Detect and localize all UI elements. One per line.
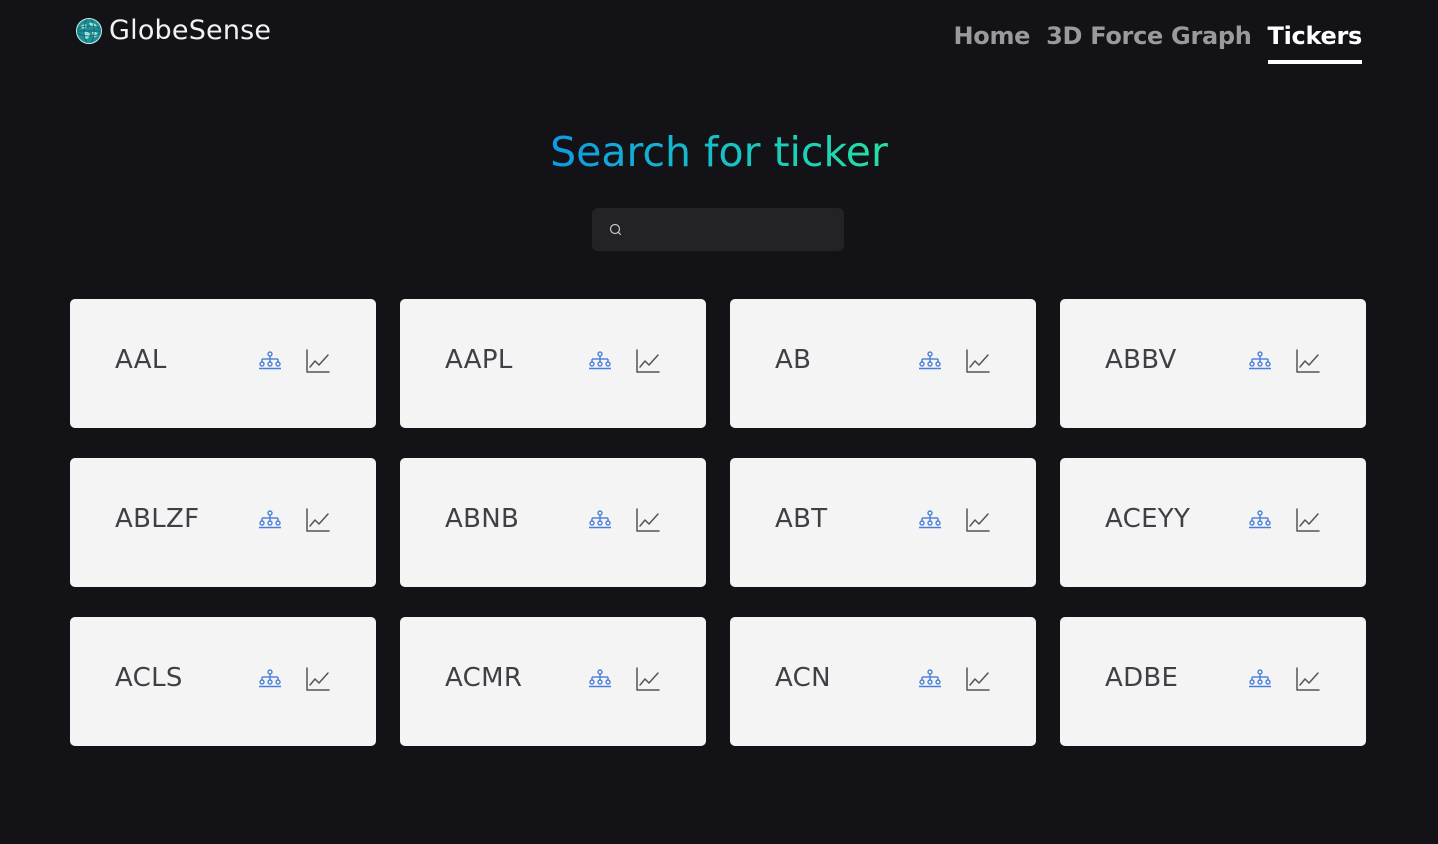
ticker-card-actions: [256, 665, 332, 693]
page-title-text: Search for ticker: [550, 128, 888, 176]
ticker-card-actions: [916, 506, 992, 534]
network-tree-icon[interactable]: [916, 665, 944, 693]
ticker-card[interactable]: AAL: [70, 299, 376, 428]
page-title: Search for ticker: [0, 124, 1438, 180]
header: GlobeSense Home 3D Force Graph Tickers: [0, 0, 1438, 80]
network-tree-icon[interactable]: [256, 347, 284, 375]
ticker-symbol: ACLS: [115, 663, 183, 693]
line-chart-icon[interactable]: [304, 665, 332, 693]
ticker-card-actions: [1246, 347, 1322, 375]
ticker-card[interactable]: ABT: [730, 458, 1036, 587]
network-tree-icon[interactable]: [916, 347, 944, 375]
ticker-card-actions: [586, 347, 662, 375]
ticker-symbol: ACMR: [445, 663, 523, 693]
ticker-card-actions: [916, 665, 992, 693]
ticker-symbol: ACN: [775, 663, 831, 693]
line-chart-icon[interactable]: [964, 506, 992, 534]
ticker-card[interactable]: ACLS: [70, 617, 376, 746]
ticker-card[interactable]: AAPL: [400, 299, 706, 428]
network-tree-icon[interactable]: [256, 665, 284, 693]
ticker-symbol: ADBE: [1105, 663, 1179, 693]
line-chart-icon[interactable]: [1294, 665, 1322, 693]
line-chart-icon[interactable]: [1294, 347, 1322, 375]
ticker-card-actions: [586, 506, 662, 534]
brand[interactable]: GlobeSense: [75, 15, 271, 47]
globe-icon: [76, 18, 102, 44]
line-chart-icon[interactable]: [304, 347, 332, 375]
network-tree-icon[interactable]: [586, 665, 614, 693]
ticker-card[interactable]: ACMR: [400, 617, 706, 746]
ticker-symbol: AAPL: [445, 345, 513, 375]
network-tree-icon[interactable]: [916, 506, 944, 534]
ticker-symbol: ABLZF: [115, 504, 200, 534]
ticker-card-actions: [256, 347, 332, 375]
ticker-card-actions: [1246, 665, 1322, 693]
ticker-card[interactable]: ADBE: [1060, 617, 1366, 746]
line-chart-icon[interactable]: [634, 665, 662, 693]
search-box[interactable]: [592, 208, 844, 251]
ticker-card[interactable]: ABBV: [1060, 299, 1366, 428]
ticker-symbol: AB: [775, 345, 812, 375]
line-chart-icon[interactable]: [634, 347, 662, 375]
ticker-card[interactable]: ABNB: [400, 458, 706, 587]
nav-item-3d-force-graph[interactable]: 3D Force Graph: [1046, 20, 1252, 60]
network-tree-icon[interactable]: [586, 506, 614, 534]
network-tree-icon[interactable]: [1246, 665, 1274, 693]
ticker-card[interactable]: ACN: [730, 617, 1036, 746]
ticker-card-actions: [586, 665, 662, 693]
ticker-card-actions: [256, 506, 332, 534]
line-chart-icon[interactable]: [964, 665, 992, 693]
ticker-grid: AAL AAPL AB ABBV ABLZF ABNB ABT ACEYY AC…: [70, 299, 1366, 746]
search-icon: [609, 223, 622, 235]
network-tree-icon[interactable]: [586, 347, 614, 375]
network-tree-icon[interactable]: [256, 506, 284, 534]
network-tree-icon[interactable]: [1246, 347, 1274, 375]
ticker-card[interactable]: AB: [730, 299, 1036, 428]
ticker-card[interactable]: ACEYY: [1060, 458, 1366, 587]
nav-item-tickers[interactable]: Tickers: [1267, 20, 1362, 64]
line-chart-icon[interactable]: [1294, 506, 1322, 534]
ticker-card[interactable]: ABLZF: [70, 458, 376, 587]
line-chart-icon[interactable]: [634, 506, 662, 534]
brand-name: GlobeSense: [109, 15, 272, 46]
ticker-card-actions: [916, 347, 992, 375]
ticker-symbol: AAL: [115, 345, 167, 375]
network-tree-icon[interactable]: [1246, 506, 1274, 534]
ticker-symbol: ABT: [775, 504, 828, 534]
ticker-card-actions: [1246, 506, 1322, 534]
ticker-symbol: ABBV: [1105, 345, 1177, 375]
ticker-symbol: ABNB: [445, 504, 520, 534]
main-nav: Home 3D Force Graph Tickers: [953, 20, 1362, 64]
line-chart-icon[interactable]: [304, 506, 332, 534]
ticker-symbol: ACEYY: [1105, 504, 1191, 534]
line-chart-icon[interactable]: [964, 347, 992, 375]
nav-item-home[interactable]: Home: [953, 20, 1030, 60]
search-input[interactable]: [632, 219, 832, 240]
